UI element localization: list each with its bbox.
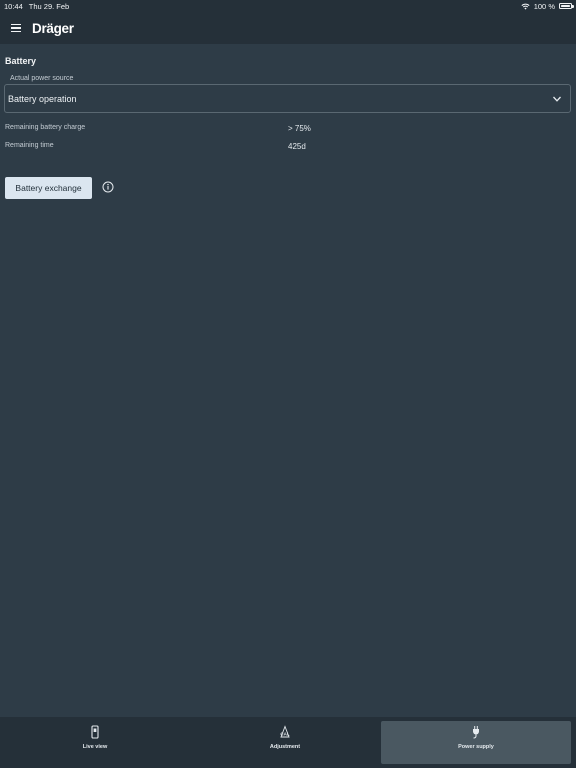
remaining-time-value: 425d xyxy=(288,142,306,151)
status-time: 10:44 xyxy=(4,1,23,11)
tab-adjustment[interactable]: CAL Adjustment xyxy=(190,717,380,768)
device-icon xyxy=(91,725,99,739)
wifi-icon xyxy=(521,3,530,10)
battery-icon xyxy=(559,2,574,10)
tab-bar: Live view CAL Adjustment Power supply xyxy=(0,717,576,768)
status-right: 100 % xyxy=(521,1,574,11)
battery-charge-value: > 75% xyxy=(288,124,311,133)
power-source-label: Actual power source xyxy=(10,75,74,82)
power-source-value: Battery operation xyxy=(8,93,77,104)
status-bar: 10:44 Thu 29. Feb 100 % xyxy=(0,0,576,12)
svg-text:CAL: CAL xyxy=(280,731,289,736)
status-date: Thu 29. Feb xyxy=(28,1,70,11)
battery-exchange-button[interactable]: Battery exchange xyxy=(5,177,92,199)
tab-label: Live view xyxy=(82,744,108,750)
tab-label: Adjustment xyxy=(269,744,301,750)
tab-power-supply[interactable]: Power supply xyxy=(381,721,571,764)
section-title: Battery xyxy=(5,56,37,66)
remaining-time-label: Remaining time xyxy=(5,142,54,149)
power-source-select[interactable]: Battery operation xyxy=(4,84,571,113)
battery-charge-label: Remaining battery charge xyxy=(5,124,86,131)
battery-percent: 100 % xyxy=(533,1,555,11)
tab-live-view[interactable]: Live view xyxy=(0,717,190,768)
menu-icon[interactable] xyxy=(11,24,21,32)
plug-icon xyxy=(473,726,479,739)
chevron-down-icon xyxy=(553,96,561,102)
cal-icon: CAL xyxy=(280,725,290,738)
brand-logo: Dräger xyxy=(32,20,74,36)
info-icon[interactable] xyxy=(102,181,114,193)
app-bar: Dräger xyxy=(0,12,576,44)
tab-label: Power supply xyxy=(458,744,494,750)
